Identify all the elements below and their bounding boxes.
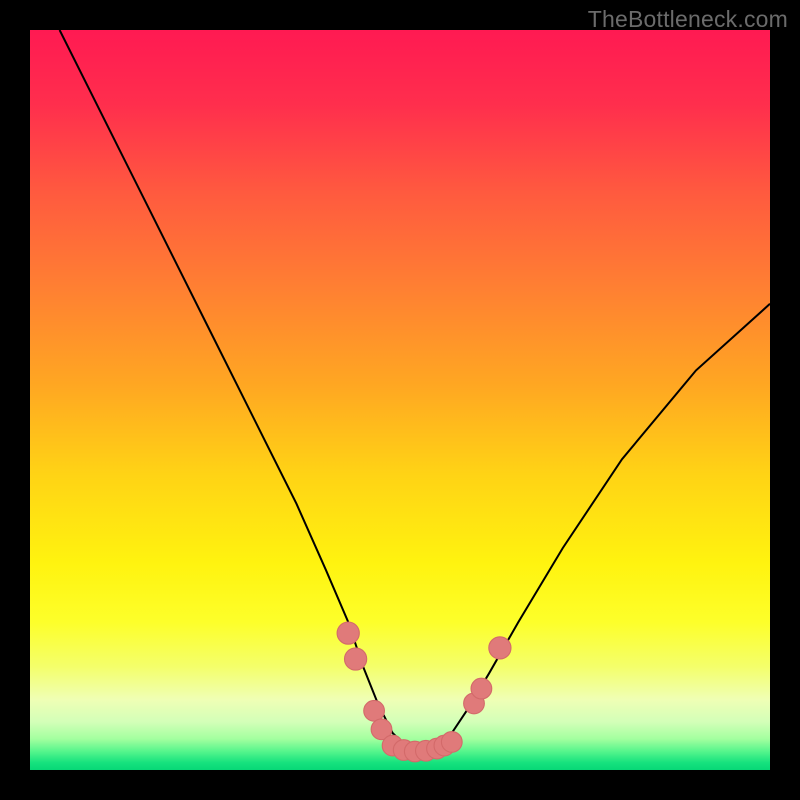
bottleneck-curve bbox=[30, 30, 770, 770]
curve-marker bbox=[337, 622, 359, 644]
curve-marker bbox=[471, 678, 492, 699]
curve-marker bbox=[441, 732, 462, 753]
plot-area bbox=[30, 30, 770, 770]
chart-frame: TheBottleneck.com bbox=[0, 0, 800, 800]
curve-marker bbox=[364, 700, 385, 721]
curve-marker bbox=[489, 637, 511, 659]
watermark-text: TheBottleneck.com bbox=[588, 6, 788, 33]
curve-marker bbox=[345, 648, 367, 670]
